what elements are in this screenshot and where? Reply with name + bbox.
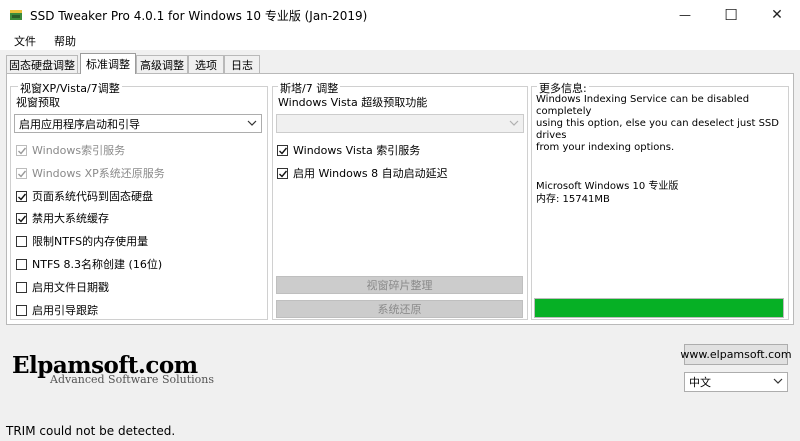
logo-tagline: Advanced Software Solutions: [50, 373, 214, 386]
checkbox-label: NTFS 8.3名称创建 (16位): [32, 258, 163, 271]
info-line: Windows Indexing Service can be disabled…: [536, 94, 750, 117]
menu-bar: [0, 30, 800, 50]
prefetch-select-value: 启用应用程序启动和引导: [19, 117, 140, 131]
status-progress-bar: [534, 298, 784, 318]
checkbox-label: Windows XP系统还原服务: [32, 167, 165, 180]
language-select[interactable]: 中文: [684, 372, 788, 392]
checkbox-file-date-stamp[interactable]: 启用文件日期戳: [16, 279, 109, 295]
checkbox-disable-large-cache[interactable]: 禁用大系统缓存: [16, 210, 109, 226]
maximize-button[interactable]: ☐: [708, 0, 754, 30]
info-description: Windows Indexing Service can be disabled…: [536, 94, 800, 154]
checkbox-ntfs-83-names[interactable]: NTFS 8.3名称创建 (16位): [16, 256, 162, 272]
checkbox-box: [16, 190, 27, 202]
checkbox-box: [16, 212, 27, 224]
close-icon: ✕: [771, 7, 783, 23]
tab-ssd-tweaks[interactable]: 固态硬盘调整: [6, 55, 78, 73]
checkbox-page-system-code[interactable]: 页面系统代码到固态硬盘: [16, 188, 153, 204]
menu-help[interactable]: 帮助: [54, 33, 76, 49]
minimize-icon: —: [679, 8, 691, 22]
checkbox-xp-system-restore[interactable]: Windows XP系统还原服务: [16, 165, 165, 181]
checkbox-label: 启用 Windows 8 自动启动延迟: [293, 167, 448, 180]
checkbox-box: [16, 281, 27, 293]
status-bar-text: TRIM could not be detected.: [6, 424, 176, 438]
progress-fill: [535, 299, 783, 317]
checkbox-label: 启用文件日期戳: [32, 281, 109, 294]
checkbox-box: [16, 167, 27, 179]
prefetch-select[interactable]: 启用应用程序启动和引导: [14, 114, 262, 133]
checkbox-win8-startup-delay[interactable]: 启用 Windows 8 自动启动延迟: [277, 165, 448, 181]
info-line: from your indexing options.: [536, 142, 675, 153]
checkbox-windows-indexing[interactable]: Windows索引服务: [16, 142, 125, 158]
system-restore-button[interactable]: 系统还原: [276, 300, 523, 318]
memory-info: 内存: 15741MB: [536, 194, 610, 205]
prefetch-label: 视窗预取: [16, 96, 60, 109]
chevron-down-icon: [773, 376, 783, 386]
minimize-button[interactable]: —: [662, 0, 708, 30]
checkbox-box: [277, 144, 288, 156]
checkbox-label: Windows索引服务: [32, 144, 126, 157]
checkbox-label: 限制NTFS的内存使用量: [32, 235, 149, 248]
checkbox-label: Windows Vista 索引服务: [293, 144, 421, 157]
os-info: Microsoft Windows 10 专业版: [536, 181, 679, 192]
close-button[interactable]: ✕: [754, 0, 800, 30]
info-line: using this option, else you can deselect…: [536, 118, 779, 141]
checkbox-box: [16, 304, 27, 316]
tab-log[interactable]: 日志: [224, 55, 260, 73]
checkbox-limit-ntfs-memory[interactable]: 限制NTFS的内存使用量: [16, 233, 148, 249]
checkbox-box: [16, 144, 27, 156]
checkbox-vista-indexing[interactable]: Windows Vista 索引服务: [277, 142, 420, 158]
tab-standard-tweaks[interactable]: 标准调整: [80, 53, 136, 74]
superfetch-select[interactable]: [276, 114, 524, 133]
checkbox-label: 禁用大系统缓存: [32, 212, 109, 225]
checkbox-boot-tracing[interactable]: 启用引导跟踪: [16, 302, 98, 318]
checkbox-box: [277, 167, 288, 179]
chevron-down-icon: [509, 118, 519, 128]
defrag-button[interactable]: 视窗碎片整理: [276, 276, 523, 294]
tab-advanced-tweaks[interactable]: 高级调整: [136, 55, 188, 73]
checkbox-label: 页面系统代码到固态硬盘: [32, 190, 153, 203]
maximize-icon: ☐: [724, 6, 738, 24]
checkbox-label: 启用引导跟踪: [32, 304, 98, 317]
ssd-app-icon: [9, 8, 23, 22]
checkbox-box: [16, 235, 27, 247]
chevron-down-icon: [247, 118, 257, 128]
menu-file[interactable]: 文件: [14, 33, 36, 49]
language-select-value: 中文: [689, 376, 711, 389]
window-title: SSD Tweaker Pro 4.0.1 for Windows 10 专业版…: [30, 9, 368, 23]
tab-options[interactable]: 选项: [188, 55, 224, 73]
superfetch-label: Windows Vista 超级预取功能: [278, 96, 428, 109]
checkbox-box: [16, 258, 27, 270]
website-button[interactable]: www.elpamsoft.com: [680, 344, 792, 365]
